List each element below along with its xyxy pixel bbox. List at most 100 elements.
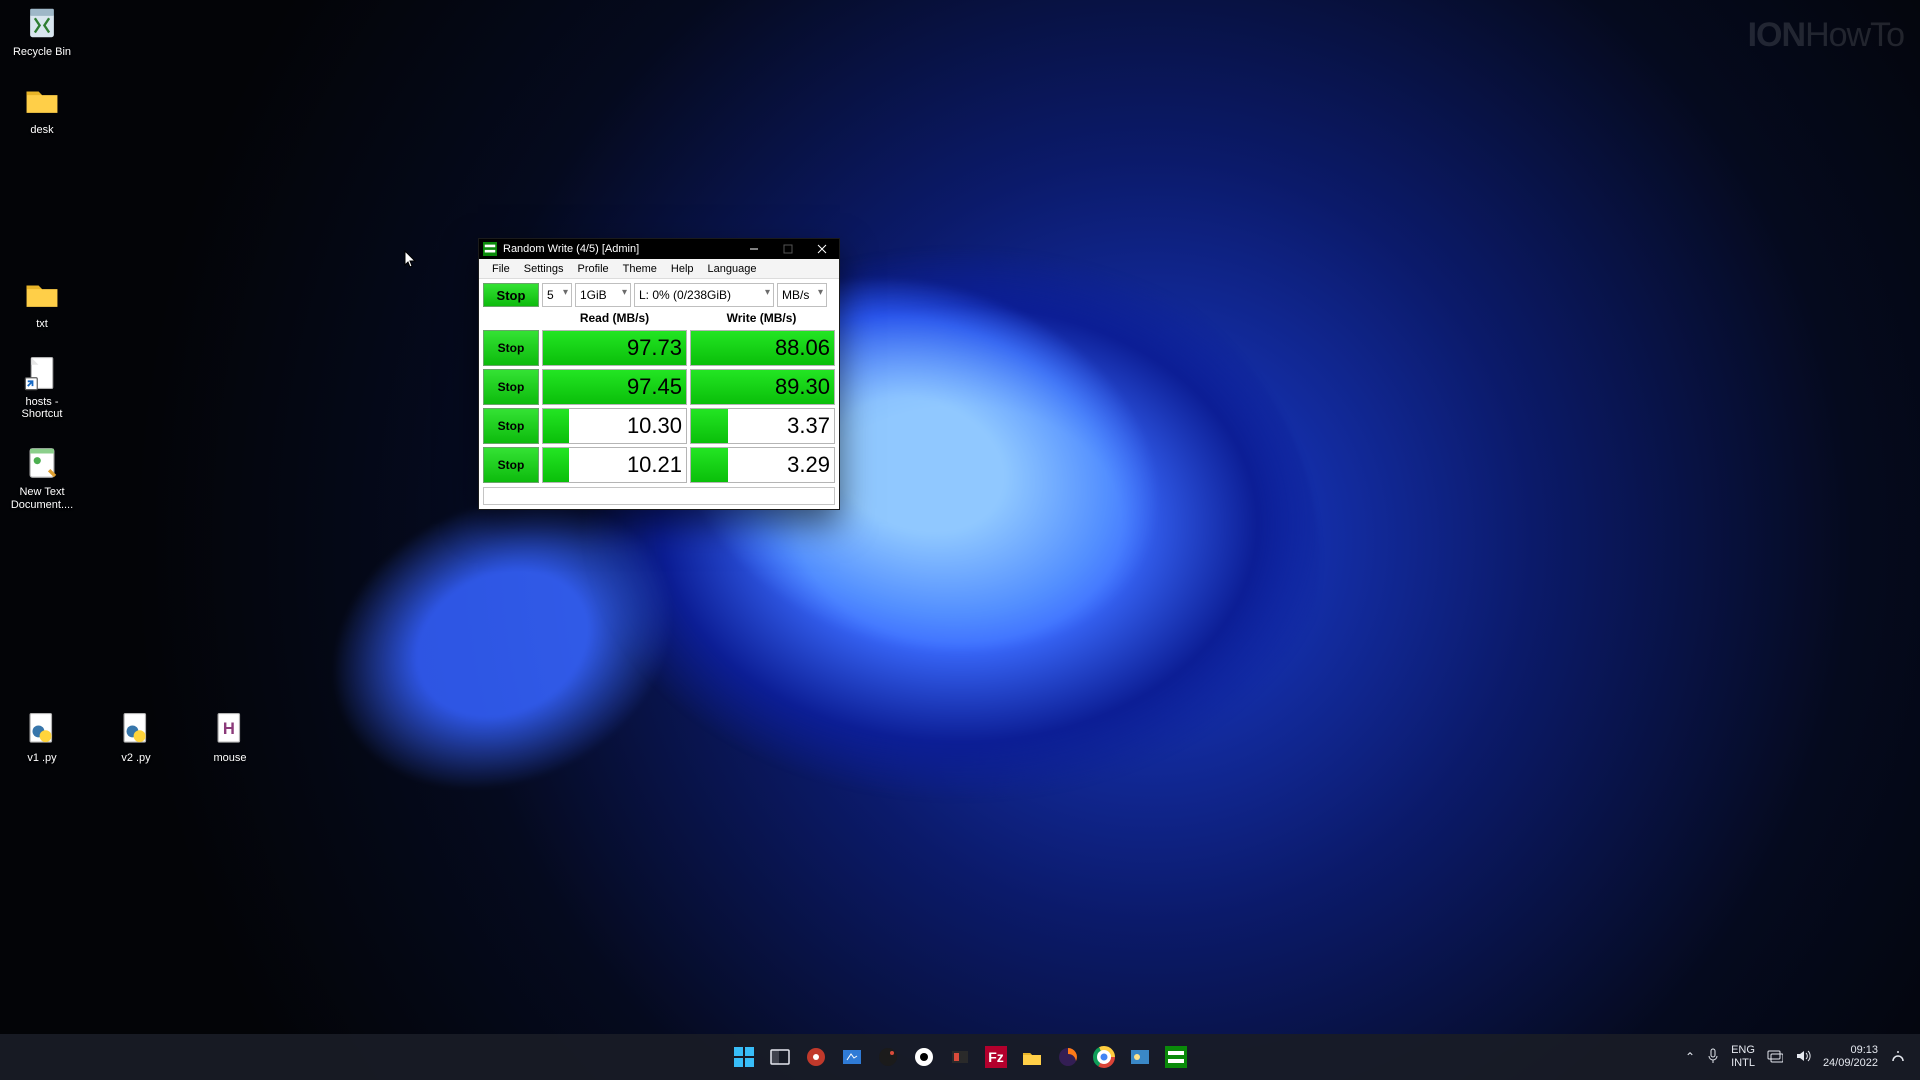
filezilla-icon[interactable]: Fz [982,1043,1010,1071]
file-explorer-icon[interactable] [1018,1043,1046,1071]
taskbar-app-icon[interactable] [874,1043,902,1071]
write-result-cell: 88.06 [690,330,835,366]
write-value: 3.37 [787,413,830,439]
desktop-icon-new-text-document[interactable]: New Text Document.... [4,444,80,510]
benchmark-row: Stop 97.45 89.30 [483,369,835,405]
volume-icon[interactable] [1795,1049,1811,1066]
status-bar [483,487,835,505]
taskbar-app-icon[interactable] [1126,1043,1154,1071]
read-result-cell: 10.21 [542,447,687,483]
close-button[interactable] [805,239,839,259]
column-headers: Read (MB/s) Write (MB/s) [483,309,835,327]
python-file-icon [117,710,155,748]
benchmark-row: Stop 97.73 88.06 [483,330,835,366]
desktop-icons: Recycle Bin desk txt hosts - Shortcut Ne… [4,4,80,511]
write-result-cell: 3.29 [690,447,835,483]
desktop-icon-hosts-shortcut[interactable]: hosts - Shortcut [4,354,80,420]
desktop-icon-folder-txt[interactable]: txt [4,276,80,330]
crystaldiskmark-window: Random Write (4/5) [Admin] File Settings… [478,238,840,510]
taskbar: Fz ⌃ ENG INTL 09:13 24/09/2022 [0,1034,1920,1080]
desktop-icons-row: v1 .py v2 .py H mouse [4,710,268,764]
desktop-icon-label: desk [30,124,53,136]
taskbar-app-icon[interactable] [838,1043,866,1071]
read-value: 10.21 [627,452,682,478]
notepad-icon [23,444,61,482]
desktop-icon-label: Recycle Bin [13,46,71,58]
read-result-cell: 10.30 [542,408,687,444]
row-stop-button[interactable]: Stop [483,369,539,405]
write-result-cell: 3.37 [690,408,835,444]
unit-select[interactable] [777,283,827,307]
desktop-icon-label: v2 .py [121,752,150,764]
write-value: 88.06 [775,335,830,361]
write-value: 89.30 [775,374,830,400]
svg-text:Fz: Fz [988,1049,1004,1065]
desktop-icon-label: New Text Document.... [4,486,80,510]
desktop-icon-label: mouse [213,752,246,764]
tray-chevron-icon[interactable]: ⌃ [1685,1050,1695,1064]
desktop-icon-mouse[interactable]: H mouse [192,710,268,764]
desktop-icon-v2-py[interactable]: v2 .py [98,710,174,764]
benchmark-row: Stop 10.21 3.29 [483,447,835,483]
taskbar-app-icon[interactable] [910,1043,938,1071]
system-tray: ⌃ ENG INTL 09:13 24/09/2022 [1685,1044,1920,1069]
taskbar-app-icon[interactable] [802,1043,830,1071]
menu-settings[interactable]: Settings [517,263,571,275]
language-indicator[interactable]: ENG INTL [1731,1044,1755,1069]
row-stop-button[interactable]: Stop [483,330,539,366]
read-value: 97.73 [627,335,682,361]
minimize-button[interactable] [737,239,771,259]
row-stop-button[interactable]: Stop [483,408,539,444]
write-result-cell: 89.30 [690,369,835,405]
crystaldiskmark-taskbar-icon[interactable] [1162,1043,1190,1071]
window-title: Random Write (4/5) [Admin] [503,243,639,255]
taskbar-app-icon[interactable] [946,1043,974,1071]
menu-help[interactable]: Help [664,263,701,275]
drive-select[interactable] [634,283,774,307]
write-header: Write (MB/s) [688,309,835,327]
read-result-cell: 97.45 [542,369,687,405]
file-icon: H [211,710,249,748]
menu-language[interactable]: Language [701,263,764,275]
chrome-icon[interactable] [1090,1043,1118,1071]
task-view-icon[interactable] [766,1043,794,1071]
folder-icon [23,82,61,120]
read-value: 10.30 [627,413,682,439]
read-value: 97.45 [627,374,682,400]
python-file-icon [23,710,61,748]
stop-all-button[interactable]: Stop [483,283,539,307]
write-value: 3.29 [787,452,830,478]
app-icon [483,242,497,256]
desktop-icon-label: txt [36,318,48,330]
notification-icon[interactable] [1890,1048,1906,1067]
taskbar-center: Fz [730,1043,1190,1071]
recycle-bin-icon [23,4,61,42]
benchmark-row: Stop 10.30 3.37 [483,408,835,444]
mouse-cursor-icon [404,250,418,270]
read-header: Read (MB/s) [541,309,688,327]
test-count-select[interactable] [542,283,572,307]
svg-text:H: H [223,719,235,738]
desktop-icon-folder-desk[interactable]: desk [4,82,80,136]
desktop-icon-label: v1 .py [27,752,56,764]
maximize-button[interactable] [771,239,805,259]
desktop-icon-label: hosts - Shortcut [4,396,80,420]
menu-theme[interactable]: Theme [616,263,664,275]
tray-mic-icon[interactable] [1707,1048,1719,1067]
clock[interactable]: 09:13 24/09/2022 [1823,1044,1878,1069]
test-size-select[interactable] [575,283,631,307]
file-icon [23,354,61,392]
row-stop-button[interactable]: Stop [483,447,539,483]
read-result-cell: 97.73 [542,330,687,366]
menu-profile[interactable]: Profile [570,263,615,275]
folder-icon [23,276,61,314]
network-icon[interactable] [1767,1049,1783,1066]
menubar: File Settings Profile Theme Help Languag… [479,259,839,279]
firefox-icon[interactable] [1054,1043,1082,1071]
menu-file[interactable]: File [485,263,517,275]
desktop-icon-v1-py[interactable]: v1 .py [4,710,80,764]
desktop-icon-recycle-bin[interactable]: Recycle Bin [4,4,80,58]
titlebar[interactable]: Random Write (4/5) [Admin] [479,239,839,259]
start-button[interactable] [730,1043,758,1071]
watermark: IONHowTo [1748,16,1904,55]
